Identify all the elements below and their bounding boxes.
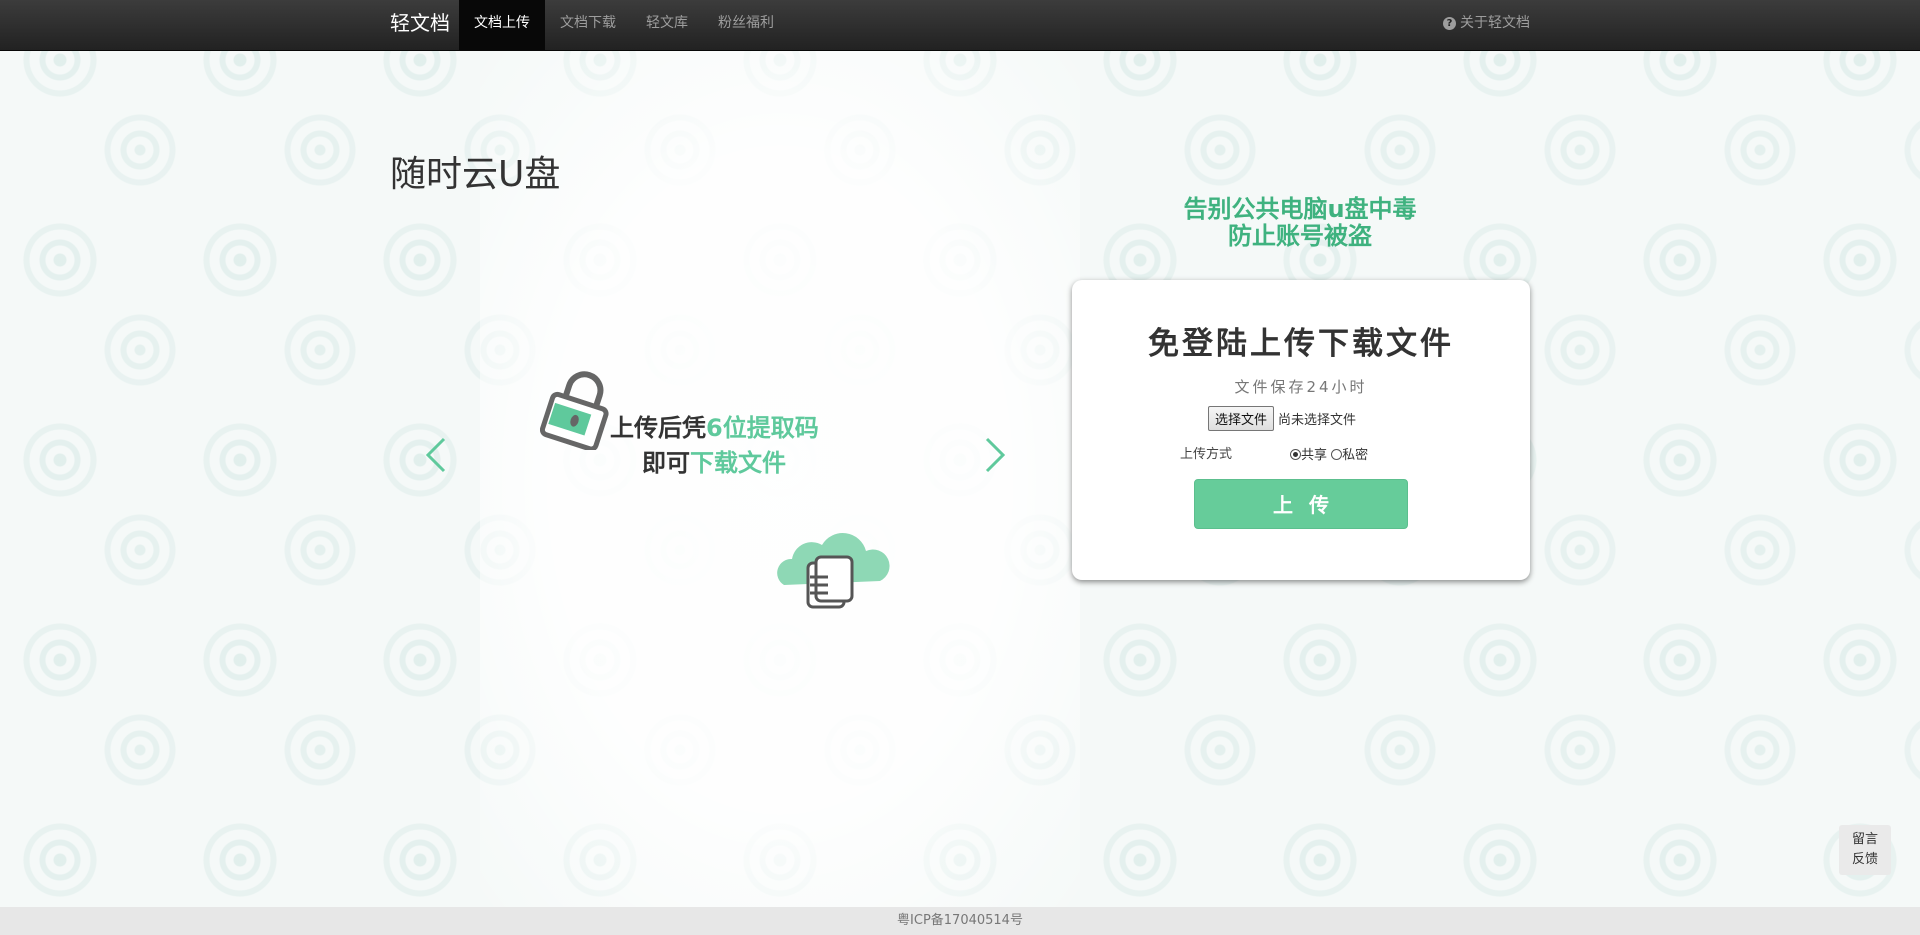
card-subtitle: 文件保存24小时 bbox=[1234, 378, 1368, 396]
file-input: 选择文件 尚未选择文件 bbox=[1208, 406, 1356, 431]
feature-carousel: 上传后凭6位提取码 即可下载文件 bbox=[420, 340, 1020, 640]
slogan: 告别公共电脑u盘中毒 防止账号被盗 bbox=[1075, 196, 1525, 250]
upload-card: 免登陆上传下载文件 文件保存24小时 选择文件 尚未选择文件 上传方式 共享 私密… bbox=[1072, 280, 1530, 580]
upload-mode-radios: 共享 私密 bbox=[1290, 444, 1368, 463]
lock-icon bbox=[540, 371, 609, 450]
feedback-line2: 反馈 bbox=[1851, 852, 1878, 867]
carousel-prev-arrow-icon[interactable] bbox=[420, 435, 456, 475]
radio-share-label[interactable]: 共享 bbox=[1301, 448, 1327, 463]
carousel-next-arrow-icon[interactable] bbox=[975, 435, 1011, 475]
file-status-text: 尚未选择文件 bbox=[1278, 413, 1357, 428]
nav-about-link[interactable]: ? 关于轻文档 bbox=[1443, 0, 1530, 50]
top-navbar: 轻文档 文档上传 文档下载 轻文库 粉丝福利 ? 关于轻文档 bbox=[0, 0, 1920, 51]
carousel-text-line1-a: 上传后凭 bbox=[610, 414, 706, 442]
feedback-line1: 留言 bbox=[1851, 832, 1878, 847]
slogan-line1: 告别公共电脑u盘中毒 bbox=[1183, 195, 1417, 223]
nav-item-upload[interactable]: 文档上传 bbox=[459, 0, 545, 50]
nav-about-label: 关于轻文档 bbox=[1460, 15, 1530, 31]
card-title: 免登陆上传下载文件 bbox=[1148, 326, 1454, 362]
footer-icp[interactable]: 粤ICP备17040514号 bbox=[0, 907, 1920, 935]
cloud-documents-icon bbox=[777, 533, 890, 609]
choose-file-button[interactable]: 选择文件 bbox=[1208, 406, 1275, 431]
nav-item-fan-benefits[interactable]: 粉丝福利 bbox=[703, 0, 789, 50]
carousel-text-line1: 上传后凭6位提取码 bbox=[610, 408, 819, 443]
question-circle-icon: ? bbox=[1443, 17, 1456, 30]
carousel-text-line2-a: 即可 bbox=[642, 449, 690, 477]
nav-item-download[interactable]: 文档下载 bbox=[545, 0, 631, 50]
brand-logo[interactable]: 轻文档 bbox=[390, 0, 450, 50]
upload-mode-label: 上传方式 bbox=[1180, 447, 1233, 462]
radio-private[interactable] bbox=[1331, 449, 1343, 460]
slogan-line2: 防止账号被盗 bbox=[1228, 222, 1372, 250]
feedback-button[interactable]: 留言 反馈 bbox=[1839, 825, 1891, 875]
carousel-text-line1-b: 6位提取码 bbox=[706, 414, 819, 442]
upload-button[interactable]: 上传 bbox=[1194, 479, 1408, 529]
carousel-text-line2: 即可下载文件 bbox=[642, 443, 786, 478]
page-title: 随时云U盘 bbox=[390, 154, 561, 195]
carousel-text-line2-b: 下载文件 bbox=[690, 449, 786, 477]
radio-private-label[interactable]: 私密 bbox=[1342, 448, 1368, 463]
radio-share[interactable] bbox=[1290, 449, 1301, 460]
nav-item-library[interactable]: 轻文库 bbox=[631, 0, 703, 50]
